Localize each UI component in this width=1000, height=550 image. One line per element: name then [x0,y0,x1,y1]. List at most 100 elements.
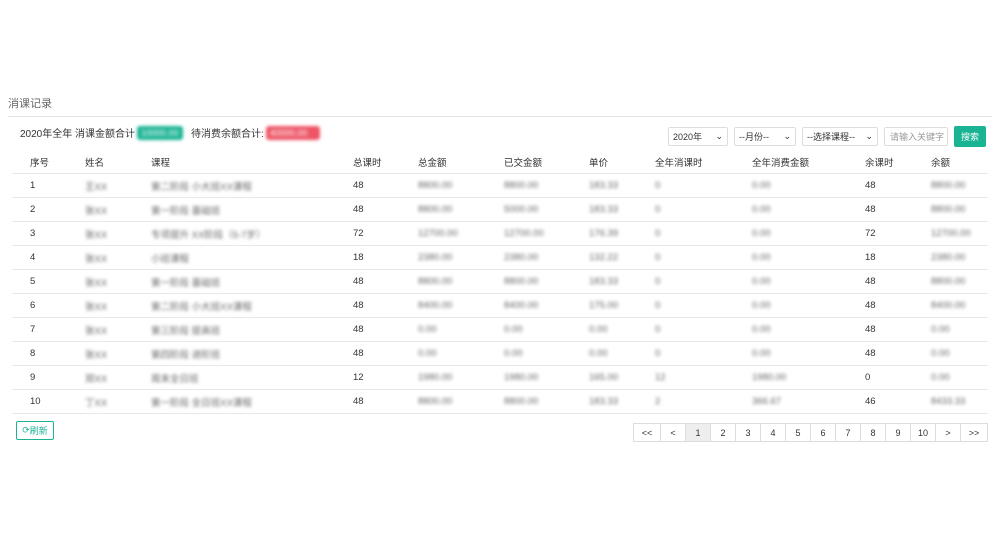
cell-paid-amount-text: 1980.00 [504,372,539,383]
col-header-index[interactable]: 序号 [12,151,85,174]
cell-balance: 0.00 [931,365,988,390]
cell-balance: 2380.00 [931,245,988,270]
cell-remaining-hours: 48 [865,341,931,366]
cell-remaining-hours-text: 48 [865,180,876,191]
cell-total-amount: 8800.00 [418,389,504,414]
table-row: 8 张XX 第四阶段 进阶班 48 0.00 0.00 0.00 0 0.00 48 0.00 [12,341,988,366]
cell-course-text: 第一阶段 全日班XX课程 [151,397,252,409]
page-number-button[interactable]: 3 [735,423,761,442]
cell-total-amount-text: 12700.00 [418,228,458,239]
col-header-total-amount[interactable]: 总金额 [418,151,504,174]
refresh-icon: ⟳ [22,425,30,435]
records-table: 序号 姓名 课程 总课时 总金额 已交金额 单价 全年消课时 全年消费金额 余课… [12,151,988,414]
cell-paid-amount: 8400.00 [504,293,589,318]
page-number-button[interactable]: 7 [835,423,861,442]
page-number-button[interactable]: 2 [710,423,736,442]
cell-index: 6 [12,293,85,318]
cell-paid-amount: 5000.00 [504,197,589,222]
panel-title: 消课记录 [8,98,52,110]
table-row: 9 郑XX 周末全日班 12 1980.00 1980.00 165.00 12 1980.00… [12,365,988,390]
cell-year-spent: 0.00 [752,221,865,246]
cell-year-used-hours-text: 12 [655,372,666,383]
col-header-total-hours[interactable]: 总课时 [353,151,418,174]
cell-unit-price-text: 176.39 [589,228,619,239]
cell-name: 张XX [85,293,151,318]
cell-year-used-hours-text: 0 [655,228,661,239]
cell-remaining-hours: 72 [865,221,931,246]
cell-balance: 12700.00 [931,221,988,246]
cell-year-used-hours-text: 0 [655,300,661,311]
cell-remaining-hours-text: 48 [865,204,876,215]
cell-total-amount: 8800.00 [418,197,504,222]
cell-index-text: 6 [30,300,36,311]
cell-total-hours: 48 [353,317,418,342]
cell-unit-price: 176.39 [589,221,655,246]
page-last-button[interactable]: >> [960,423,988,442]
cell-year-spent: 0.00 [752,173,865,198]
page-next-button[interactable]: > [935,423,961,442]
page-first-button[interactable]: << [633,423,661,442]
cell-paid-amount-text: 8400.00 [504,300,539,311]
page-number-button[interactable]: 5 [785,423,811,442]
cell-remaining-hours: 0 [865,365,931,390]
cell-index: 9 [12,365,85,390]
cell-total-hours-text: 18 [353,252,364,263]
cell-year-used-hours: 0 [655,173,752,198]
page-number-button[interactable]: 9 [885,423,911,442]
cell-remaining-hours: 48 [865,197,931,222]
cell-paid-amount-text: 2380.00 [504,252,539,263]
year-select[interactable]: 2020年 ⌄ [668,127,728,146]
cell-paid-amount-text: 5000.00 [504,204,539,215]
page-prev-button[interactable]: < [660,423,686,442]
col-header-name[interactable]: 姓名 [85,151,151,174]
cell-name: 张XX [85,269,151,294]
cell-total-amount-text: 2380.00 [418,252,453,263]
cell-remaining-hours: 46 [865,389,931,414]
cell-balance: 8400.00 [931,293,988,318]
page-number-button[interactable]: 1 [685,423,711,442]
cell-unit-price: 165.00 [589,365,655,390]
cell-total-hours-text: 48 [353,396,364,407]
cell-name: 王XX [85,173,151,198]
cell-unit-price-text: 183.33 [589,204,619,215]
cell-total-hours: 48 [353,197,418,222]
cell-course: 小班课程 [151,245,353,270]
cell-year-spent-text: 0.00 [752,180,771,191]
col-header-unit-price[interactable]: 单价 [589,151,655,174]
cell-year-spent-text: 0.00 [752,252,771,263]
cell-course: 第一阶段 基础班 [151,197,353,222]
page-number-button[interactable]: 8 [860,423,886,442]
page-number-button[interactable]: 4 [760,423,786,442]
cell-unit-price-text: 183.33 [589,276,619,287]
cell-balance-text: 8800.00 [931,180,966,191]
cell-year-spent-text: 0.00 [752,276,771,287]
col-header-paid-amount[interactable]: 已交金额 [504,151,589,174]
col-header-balance[interactable]: 余额 [931,151,988,174]
cell-remaining-hours-text: 48 [865,276,876,287]
col-header-year-used-hours[interactable]: 全年消课时 [655,151,752,174]
table-row: 6 张XX 第二阶段 小大班XX课程 48 8400.00 8400.00 175.00 0 0… [12,293,988,318]
refresh-button[interactable]: ⟳ 刷新 [16,421,54,440]
cell-course-text: 第二阶段 小大班XX课程 [151,301,252,313]
cell-year-spent: 1980.00 [752,365,865,390]
page-number-button[interactable]: 6 [810,423,836,442]
cell-index: 4 [12,245,85,270]
search-button[interactable]: 搜索 [954,126,986,147]
cell-remaining-hours: 48 [865,269,931,294]
cell-total-hours-text: 48 [353,180,364,191]
page-number-button[interactable]: 10 [910,423,936,442]
col-header-course[interactable]: 课程 [151,151,353,174]
cell-year-used-hours: 0 [655,245,752,270]
search-input[interactable]: 请输入关键字 [884,127,948,146]
cell-total-hours-text: 48 [353,324,364,335]
cell-name-text: 张XX [85,301,108,313]
month-select[interactable]: --月份-- ⌄ [734,127,796,146]
col-header-year-spent[interactable]: 全年消费金额 [752,151,865,174]
cell-course: 周末全日班 [151,365,353,390]
course-select[interactable]: --选择课程-- ⌄ [802,127,878,146]
cell-total-amount-text: 8800.00 [418,180,453,191]
col-header-remaining-hours[interactable]: 余课时 [865,151,931,174]
cell-course-text: 第二阶段 小大班XX课程 [151,181,252,193]
table-header-row: 序号 姓名 课程 总课时 总金额 已交金额 单价 全年消课时 全年消费金额 余课… [12,151,988,174]
cell-total-hours-text: 12 [353,372,364,383]
